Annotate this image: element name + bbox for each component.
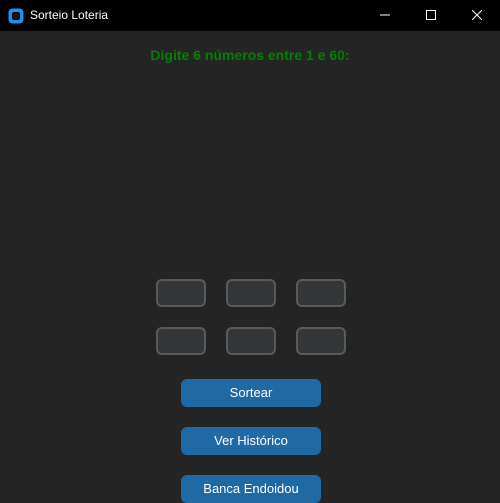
number-input-2[interactable] bbox=[226, 279, 276, 307]
title-bar[interactable]: Sorteio Loteria bbox=[0, 0, 500, 31]
minimize-button[interactable] bbox=[362, 0, 408, 31]
close-button[interactable] bbox=[454, 0, 500, 31]
number-input-6[interactable] bbox=[296, 327, 346, 355]
maximize-button[interactable] bbox=[408, 0, 454, 31]
view-history-button[interactable]: Ver Histórico bbox=[181, 427, 321, 455]
close-icon bbox=[471, 7, 483, 25]
minimize-icon bbox=[380, 7, 390, 25]
prompt-label: Digite 6 números entre 1 e 60: bbox=[150, 47, 350, 63]
draw-button[interactable]: Sortear bbox=[181, 379, 321, 407]
window-title: Sorteio Loteria bbox=[30, 8, 109, 22]
number-input-3[interactable] bbox=[296, 279, 346, 307]
bank-button[interactable]: Banca Endoidou bbox=[181, 475, 321, 503]
app-window: Sorteio Loteria Digite 6 números entre 1… bbox=[0, 0, 500, 503]
maximize-icon bbox=[426, 7, 436, 25]
app-icon bbox=[8, 8, 24, 24]
number-input-1[interactable] bbox=[156, 279, 206, 307]
number-input-4[interactable] bbox=[156, 327, 206, 355]
main-panel: Digite 6 números entre 1 e 60: Sortear V… bbox=[0, 31, 500, 503]
number-input-5[interactable] bbox=[226, 327, 276, 355]
